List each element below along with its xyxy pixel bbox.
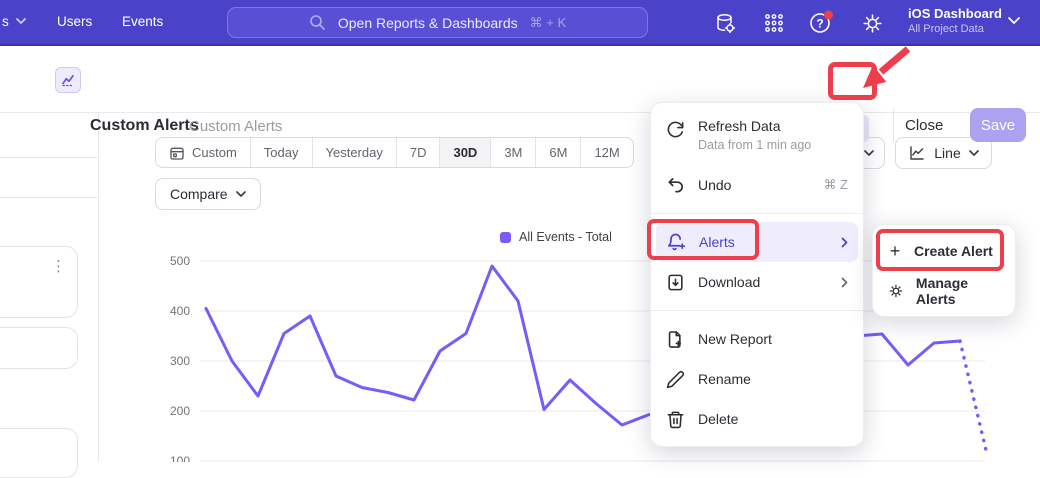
menu-item-refresh-data[interactable]: Refresh Data Data from 1 min ago xyxy=(651,113,863,165)
search-shortcut: ⌘ + K xyxy=(530,15,567,31)
date-range-3m[interactable]: 3M xyxy=(490,138,535,167)
nav-item-users[interactable]: Users xyxy=(57,14,92,29)
alerts-submenu: + Create Alert Manage Alerts xyxy=(872,224,1016,317)
gear-icon xyxy=(888,282,904,300)
new-report-icon xyxy=(666,330,685,349)
nav-item-cropped[interactable]: s xyxy=(2,14,26,29)
chevron-down-icon xyxy=(864,150,874,157)
close-button[interactable]: Close xyxy=(905,117,943,134)
legend-swatch xyxy=(500,232,511,243)
pencil-icon xyxy=(666,370,685,389)
data-management-icon[interactable] xyxy=(714,12,737,35)
search-icon xyxy=(309,14,326,31)
menu-item-rename[interactable]: Rename xyxy=(651,359,863,399)
menu-item-new-report[interactable]: New Report xyxy=(651,319,863,359)
refresh-status: Data from 1 min ago xyxy=(698,138,811,152)
page-title: Custom Alerts xyxy=(90,117,199,135)
search-bar[interactable]: Open Reports & Dashboards ⌘ + K xyxy=(227,7,648,38)
date-range-picker: Custom Today Yesterday 7D 30D 3M 6M 12M xyxy=(155,137,634,168)
project-selector[interactable]: iOS Dashboard All Project Data xyxy=(908,6,1002,35)
help-icon[interactable]: ? xyxy=(808,9,836,35)
chevron-down-icon xyxy=(16,18,26,25)
menu-item-undo[interactable]: Undo ⌘ Z xyxy=(651,165,863,205)
legend-label: All Events - Total xyxy=(519,230,612,244)
date-range-12m[interactable]: 12M xyxy=(580,138,632,167)
date-range-yesterday[interactable]: Yesterday xyxy=(312,138,396,167)
chevron-down-icon xyxy=(969,150,979,157)
apps-grid-icon[interactable] xyxy=(763,12,785,34)
search-placeholder: Open Reports & Dashboards xyxy=(338,15,518,31)
sidebar-divider xyxy=(98,113,99,462)
bell-plus-icon xyxy=(666,232,686,252)
settings-gear-icon[interactable] xyxy=(861,12,884,35)
save-button[interactable]: Save xyxy=(970,108,1026,142)
date-range-custom[interactable]: Custom xyxy=(156,138,250,167)
chevron-down-icon xyxy=(236,191,246,198)
sidebar-card[interactable] xyxy=(0,428,78,478)
svg-text:200: 200 xyxy=(170,404,190,418)
refresh-icon xyxy=(666,120,685,139)
undo-shortcut: ⌘ Z xyxy=(823,177,848,193)
top-nav: s Users Events Open Reports & Dashboards… xyxy=(0,0,1040,46)
sidebar-card[interactable] xyxy=(0,246,78,318)
menu-divider xyxy=(651,213,863,214)
trash-icon xyxy=(666,410,685,429)
report-chart-icon xyxy=(55,67,81,93)
report-header: Custom Alerts Custom Alerts GV Duplicate… xyxy=(0,46,1040,113)
svg-text:?: ? xyxy=(816,17,823,31)
date-range-6m[interactable]: 6M xyxy=(535,138,580,167)
svg-text:500: 500 xyxy=(170,254,190,268)
sidebar-card[interactable] xyxy=(0,327,78,369)
date-range-30d-selected[interactable]: 30D xyxy=(439,138,490,167)
svg-text:400: 400 xyxy=(170,304,190,318)
svg-text:300: 300 xyxy=(170,354,190,368)
submenu-item-manage-alerts[interactable]: Manage Alerts xyxy=(873,271,1015,311)
kebab-menu-icon[interactable]: ⋮ xyxy=(51,257,66,275)
menu-divider xyxy=(651,310,863,311)
download-icon xyxy=(666,273,685,292)
menu-item-delete[interactable]: Delete xyxy=(651,399,863,439)
more-options-menu: Refresh Data Data from 1 min ago Undo ⌘ … xyxy=(650,102,864,447)
menu-item-alerts[interactable]: Alerts xyxy=(656,222,858,262)
notification-dot xyxy=(824,11,833,20)
submenu-item-create-alert[interactable]: + Create Alert xyxy=(873,231,1015,271)
undo-icon xyxy=(666,176,685,195)
submenu-arrow-icon xyxy=(841,237,848,248)
svg-text:100: 100 xyxy=(170,454,190,462)
project-scope: All Project Data xyxy=(908,23,1002,35)
header-divider xyxy=(893,109,894,142)
calendar-icon xyxy=(169,145,185,161)
menu-item-download[interactable]: Download xyxy=(651,262,863,302)
breadcrumb: Custom Alerts xyxy=(189,118,282,135)
nav-item-events[interactable]: Events xyxy=(122,14,163,29)
line-chart-icon xyxy=(908,144,926,162)
sidebar-row-divider xyxy=(0,197,98,198)
chart-legend: All Events - Total xyxy=(500,230,612,244)
compare-button[interactable]: Compare xyxy=(155,178,261,210)
sidebar-row-divider xyxy=(0,157,98,158)
date-range-7d[interactable]: 7D xyxy=(396,138,440,167)
submenu-arrow-icon xyxy=(841,277,848,288)
project-name: iOS Dashboard xyxy=(908,6,1002,21)
chevron-down-icon[interactable] xyxy=(1008,17,1020,25)
plus-icon: + xyxy=(888,241,902,262)
date-range-today[interactable]: Today xyxy=(250,138,312,167)
